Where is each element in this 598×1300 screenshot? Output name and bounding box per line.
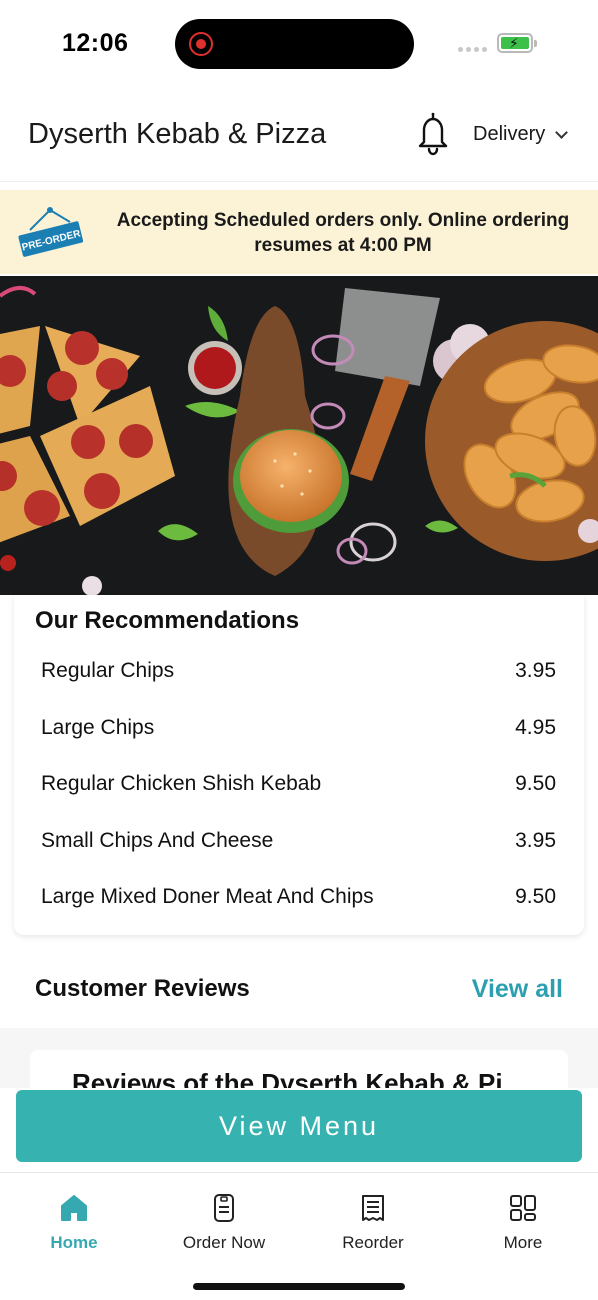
recommendations-list: Regular Chips 3.95 Large Chips 4.95 Regu… bbox=[14, 643, 584, 926]
view-menu-button[interactable]: View Menu bbox=[16, 1090, 582, 1162]
recording-indicator-icon bbox=[189, 32, 213, 56]
review-card-title: Reviews of the Dyserth Kebab & Pi bbox=[72, 1068, 503, 1088]
home-icon bbox=[61, 1195, 87, 1221]
tab-label: Reorder bbox=[342, 1233, 404, 1252]
home-indicator[interactable] bbox=[193, 1283, 405, 1290]
reviews-list: Reviews of the Dyserth Kebab & Pi bbox=[0, 1028, 598, 1088]
recommendation-price: 4.95 bbox=[515, 715, 556, 739]
recommendation-item[interactable]: Small Chips And Cheese 3.95 bbox=[14, 813, 584, 870]
recommendation-name: Large Mixed Doner Meat And Chips bbox=[41, 885, 374, 909]
recommendation-name: Regular Chips bbox=[41, 659, 175, 683]
status-time: 12:06 bbox=[62, 29, 129, 57]
bottom-tab-bar: Home Order Now Reorder More bbox=[0, 1172, 598, 1300]
recommendation-item[interactable]: Large Mixed Doner Meat And Chips 9.50 bbox=[14, 869, 584, 926]
recommendation-price: 3.95 bbox=[515, 659, 556, 683]
signal-icon bbox=[458, 47, 487, 52]
order-mode-label: Delivery bbox=[473, 123, 546, 145]
app-header: Dyserth Kebab & Pizza Delivery bbox=[0, 90, 598, 182]
tab-reorder[interactable]: Reorder bbox=[313, 1193, 433, 1253]
recommendation-price: 9.50 bbox=[515, 885, 556, 909]
reviews-title: Customer Reviews bbox=[35, 975, 250, 1002]
recommendation-item[interactable]: Regular Chips 3.95 bbox=[14, 643, 584, 700]
recommendation-name: Small Chips And Cheese bbox=[41, 828, 274, 852]
tab-label: More bbox=[503, 1233, 543, 1252]
recommendation-price: 9.50 bbox=[515, 772, 556, 796]
tab-label: Order Now bbox=[182, 1233, 266, 1252]
recommendation-item[interactable]: Regular Chicken Shish Kebab 9.50 bbox=[14, 756, 584, 813]
battery-icon: ⚡ bbox=[497, 33, 537, 53]
receipt-icon bbox=[362, 1195, 384, 1221]
status-bar: 12:06 ⚡ bbox=[0, 0, 598, 90]
recommendations-title: Our Recommendations bbox=[35, 607, 300, 634]
preorder-tag-icon: PRE-ORDER bbox=[18, 207, 84, 257]
recommendation-name: Large Chips bbox=[41, 715, 155, 739]
recommendation-name: Regular Chicken Shish Kebab bbox=[41, 772, 322, 796]
recommendation-item[interactable]: Large Chips 4.95 bbox=[14, 700, 584, 757]
chevron-down-icon bbox=[555, 125, 569, 139]
phone-order-icon bbox=[214, 1194, 234, 1222]
store-name: Dyserth Kebab & Pizza bbox=[28, 118, 327, 150]
hero-image bbox=[0, 276, 598, 595]
view-all-reviews-link[interactable]: View all bbox=[472, 975, 563, 1004]
preorder-banner: PRE-ORDER Accepting Scheduled orders onl… bbox=[0, 190, 598, 274]
dynamic-island bbox=[175, 19, 414, 69]
recommendations-card: Our Recommendations Regular Chips 3.95 L… bbox=[14, 595, 584, 935]
review-card[interactable]: Reviews of the Dyserth Kebab & Pi bbox=[30, 1050, 568, 1088]
banner-message: Accepting Scheduled orders only. Online … bbox=[116, 210, 570, 256]
order-mode-dropdown[interactable]: Delivery bbox=[473, 123, 569, 146]
grid-icon bbox=[510, 1195, 536, 1221]
recommendation-price: 3.95 bbox=[515, 828, 556, 852]
customer-reviews-header: Customer Reviews View all bbox=[14, 950, 584, 1028]
tab-label: Home bbox=[50, 1233, 98, 1252]
tab-more[interactable]: More bbox=[463, 1193, 583, 1253]
tab-home[interactable]: Home bbox=[14, 1193, 134, 1253]
tab-order-now[interactable]: Order Now bbox=[164, 1193, 284, 1253]
notification-bell-icon[interactable] bbox=[414, 112, 452, 156]
